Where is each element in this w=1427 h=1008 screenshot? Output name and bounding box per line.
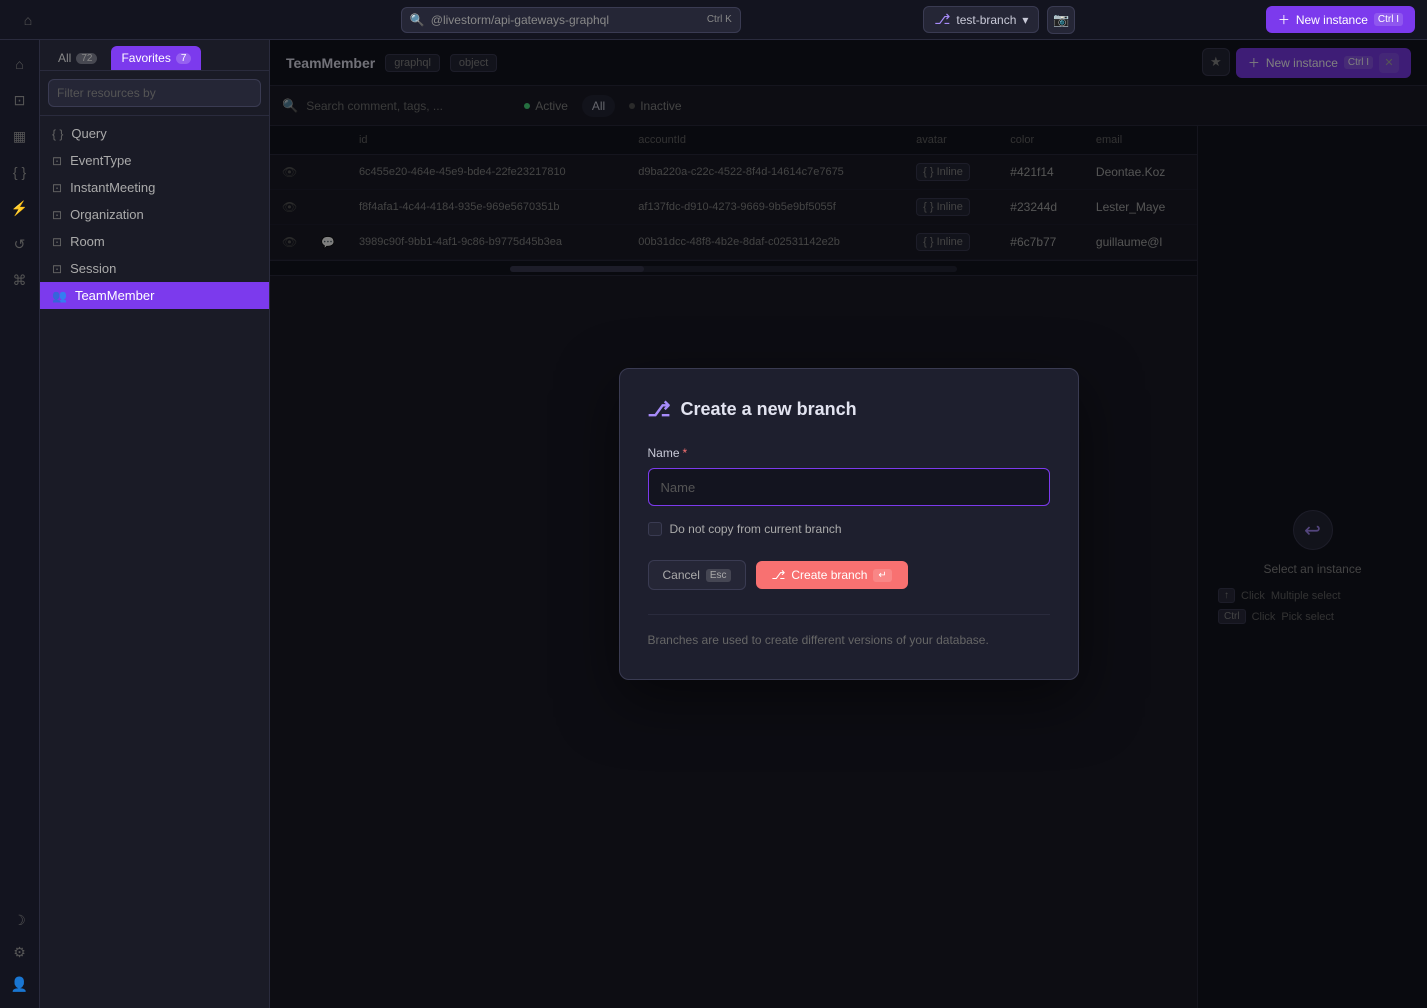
- nav-bottom: ☽ ⚙ 👤: [4, 904, 36, 1000]
- nav-history-icon[interactable]: ↺: [4, 228, 36, 260]
- sidebar: All 72 Favorites 7 { } Query ⊡ EventType…: [40, 40, 270, 1008]
- sidebar-item-teammember[interactable]: 👥 TeamMember: [40, 282, 269, 309]
- new-instance-shortcut: Ctrl I: [1374, 13, 1403, 26]
- modal-overlay[interactable]: ⎇ Create a new branch Name * Do not copy…: [270, 40, 1427, 1008]
- room-icon: ⊡: [52, 235, 62, 249]
- name-label-text: Name: [648, 446, 680, 460]
- main-layout: ⌂ ⊡ ▦ { } ⚡ ↺ ⌘ ☽ ⚙ 👤 All 72 Favorites 7: [0, 40, 1427, 1008]
- nav-settings2-icon[interactable]: ⚙: [4, 936, 36, 968]
- eventtype-icon: ⊡: [52, 154, 62, 168]
- nav-code-icon[interactable]: { }: [4, 156, 36, 188]
- create-branch-modal: ⎇ Create a new branch Name * Do not copy…: [619, 368, 1079, 679]
- required-indicator: *: [683, 446, 688, 460]
- search-shortcut: Ctrl K: [707, 14, 732, 25]
- favorites-tab-label: Favorites: [121, 51, 170, 65]
- nav-avatar-icon[interactable]: 👤: [4, 968, 36, 1000]
- sidebar-item-query[interactable]: { } Query: [40, 120, 269, 147]
- chevron-down-icon: ▾: [1022, 13, 1028, 27]
- nav-home-icon[interactable]: ⌂: [4, 48, 36, 80]
- camera-button[interactable]: 📷: [1047, 6, 1075, 34]
- nav-lightning-icon[interactable]: ⚡: [4, 192, 36, 224]
- sidebar-search-area: [40, 71, 269, 116]
- room-label: Room: [70, 234, 105, 249]
- sidebar-tab-all[interactable]: All 72: [48, 46, 107, 70]
- new-instance-button[interactable]: ＋ New instance Ctrl I: [1266, 6, 1415, 33]
- new-instance-label: New instance: [1296, 13, 1368, 27]
- nav-database-icon[interactable]: ⊡: [4, 84, 36, 116]
- nav-network-icon[interactable]: ⌘: [4, 264, 36, 296]
- organization-label: Organization: [70, 207, 144, 222]
- session-icon: ⊡: [52, 262, 62, 276]
- teammember-icon: 👥: [52, 289, 67, 303]
- home-nav-icon[interactable]: ⌂: [12, 4, 44, 36]
- query-icon: { }: [52, 127, 63, 141]
- modal-description: Branches are used to create different ve…: [648, 631, 1050, 650]
- copy-branch-checkbox[interactable]: [648, 522, 662, 536]
- top-bar: ⌂ 🔍 @livestorm/api-gateways-graphql Ctrl…: [0, 0, 1427, 40]
- sidebar-item-session[interactable]: ⊡ Session: [40, 255, 269, 282]
- cancel-button[interactable]: Cancel Esc: [648, 560, 746, 590]
- all-tab-label: All: [58, 51, 71, 65]
- modal-title-text: Create a new branch: [681, 399, 857, 420]
- left-nav: ⌂ ⊡ ▦ { } ⚡ ↺ ⌘ ☽ ⚙ 👤: [0, 40, 40, 1008]
- branch-name: test-branch: [956, 13, 1016, 27]
- all-tab-count: 72: [76, 53, 97, 64]
- search-icon: 🔍: [410, 13, 425, 27]
- create-branch-button[interactable]: ⎇ Create branch ↵: [756, 561, 908, 589]
- global-search[interactable]: 🔍 @livestorm/api-gateways-graphql Ctrl K: [401, 7, 741, 33]
- eventtype-label: EventType: [70, 153, 131, 168]
- branch-icon: ⎇: [934, 11, 950, 28]
- cancel-shortcut: Esc: [706, 569, 731, 582]
- modal-divider: [648, 614, 1050, 615]
- create-branch-icon: ⎇: [772, 568, 786, 582]
- filter-resources-input[interactable]: [48, 79, 261, 107]
- sidebar-item-instantmeeting[interactable]: ⊡ InstantMeeting: [40, 174, 269, 201]
- checkbox-row: Do not copy from current branch: [648, 522, 1050, 536]
- query-label: Query: [71, 126, 106, 141]
- create-branch-label: Create branch: [791, 568, 867, 582]
- modal-name-label: Name *: [648, 446, 1050, 460]
- branch-name-input[interactable]: [648, 468, 1050, 506]
- instantmeeting-label: InstantMeeting: [70, 180, 155, 195]
- main-content: TeamMember graphql object ★ ＋ New instan…: [270, 40, 1427, 1008]
- modal-title-area: ⎇ Create a new branch: [648, 397, 1050, 422]
- modal-actions: Cancel Esc ⎇ Create branch ↵: [648, 560, 1050, 590]
- checkbox-label: Do not copy from current branch: [670, 522, 842, 536]
- organization-icon: ⊡: [52, 208, 62, 222]
- session-label: Session: [70, 261, 116, 276]
- sidebar-item-organization[interactable]: ⊡ Organization: [40, 201, 269, 228]
- search-text: @livestorm/api-gateways-graphql: [431, 13, 609, 27]
- plus-icon: ＋: [1278, 11, 1290, 28]
- create-branch-shortcut: ↵: [873, 569, 891, 582]
- favorites-tab-count: 7: [176, 53, 192, 64]
- branch-selector[interactable]: ⎇ test-branch ▾: [923, 6, 1039, 33]
- sidebar-item-eventtype[interactable]: ⊡ EventType: [40, 147, 269, 174]
- sidebar-items: { } Query ⊡ EventType ⊡ InstantMeeting ⊡…: [40, 116, 269, 1008]
- nav-chart-icon[interactable]: ▦: [4, 120, 36, 152]
- instantmeeting-icon: ⊡: [52, 181, 62, 195]
- teammember-label: TeamMember: [75, 288, 154, 303]
- nav-moon-icon[interactable]: ☽: [4, 904, 36, 936]
- modal-branch-icon: ⎇: [648, 397, 671, 422]
- sidebar-item-room[interactable]: ⊡ Room: [40, 228, 269, 255]
- sidebar-tab-favorites[interactable]: Favorites 7: [111, 46, 201, 70]
- cancel-label: Cancel: [663, 568, 700, 582]
- sidebar-tabs: All 72 Favorites 7: [40, 40, 269, 71]
